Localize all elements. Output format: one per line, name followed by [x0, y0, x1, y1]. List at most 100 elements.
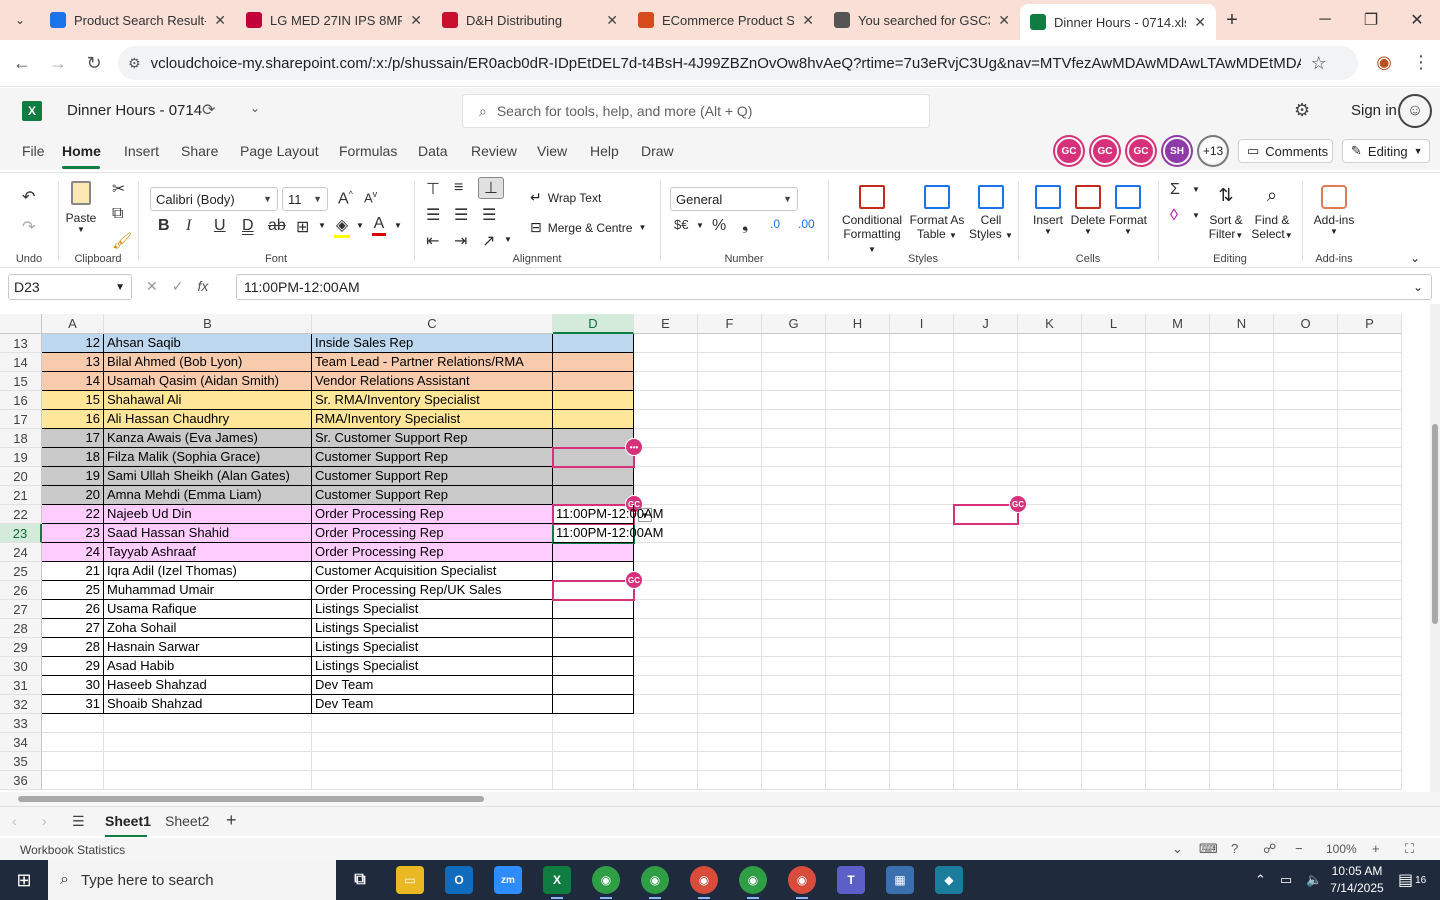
cell-empty[interactable] — [1338, 619, 1402, 638]
cell-empty[interactable] — [762, 448, 826, 467]
cell-c32[interactable]: Dev Team — [312, 695, 553, 714]
address-url[interactable]: vcloudchoice-my.sharepoint.com/:x:/p/shu… — [151, 55, 1301, 72]
cell-empty[interactable] — [826, 410, 890, 429]
cell-d16[interactable] — [553, 391, 634, 410]
column-header-j[interactable]: J — [954, 314, 1018, 334]
cell-empty[interactable] — [890, 733, 954, 752]
column-header-n[interactable]: N — [1210, 314, 1274, 334]
cell-empty[interactable] — [1274, 714, 1338, 733]
cell-empty[interactable] — [1082, 695, 1146, 714]
cell-empty[interactable] — [1146, 524, 1210, 543]
row-header[interactable]: 13 — [0, 334, 42, 353]
cell-a29[interactable]: 28 — [42, 638, 104, 657]
cell-empty[interactable] — [698, 638, 762, 657]
cell-empty[interactable] — [698, 334, 762, 353]
cell-a14[interactable]: 13 — [42, 353, 104, 372]
cell-d36[interactable] — [553, 771, 634, 790]
cell-empty[interactable] — [1146, 505, 1210, 524]
cell-b31[interactable]: Haseeb Shahzad — [104, 676, 312, 695]
align-left-icon[interactable]: ☰ — [426, 205, 440, 225]
cell-empty[interactable] — [698, 676, 762, 695]
cell-b14[interactable]: Bilal Ahmed (Bob Lyon) — [104, 353, 312, 372]
cell-empty[interactable] — [762, 372, 826, 391]
vertical-scrollbar[interactable] — [1430, 304, 1440, 792]
number-format-dropdown[interactable]: General ▼ — [670, 187, 798, 211]
cell-c21[interactable]: Customer Support Rep — [312, 486, 553, 505]
cell-d35[interactable] — [553, 752, 634, 771]
cell-empty[interactable] — [1338, 467, 1402, 486]
cell-a20[interactable]: 19 — [42, 467, 104, 486]
cell-empty[interactable] — [954, 524, 1018, 543]
cell-empty[interactable] — [1082, 543, 1146, 562]
cell-empty[interactable] — [826, 353, 890, 372]
tab-home[interactable]: Home — [62, 143, 101, 159]
align-middle-icon[interactable]: ≡ — [454, 179, 463, 197]
cell-empty[interactable] — [1274, 524, 1338, 543]
cell-empty[interactable] — [1018, 619, 1082, 638]
cell-empty[interactable] — [698, 581, 762, 600]
align-center-icon[interactable]: ☰ — [454, 205, 468, 225]
percent-icon[interactable]: % — [712, 217, 726, 235]
increase-indent-icon[interactable]: ⇥ — [454, 231, 467, 251]
cell-empty[interactable] — [890, 524, 954, 543]
cell-empty[interactable] — [890, 619, 954, 638]
cell-empty[interactable] — [634, 410, 698, 429]
cell-empty[interactable] — [634, 448, 698, 467]
cell-empty[interactable] — [1018, 467, 1082, 486]
decrease-indent-icon[interactable]: ⇤ — [426, 231, 439, 251]
cell-empty[interactable] — [1082, 391, 1146, 410]
address-bar[interactable]: ⚙ vcloudchoice-my.sharepoint.com/:x:/p/s… — [118, 46, 1358, 80]
cell-empty[interactable] — [1338, 486, 1402, 505]
cell-empty[interactable] — [1274, 391, 1338, 410]
cell-empty[interactable] — [1338, 733, 1402, 752]
tab-formulas[interactable]: Formulas — [339, 143, 397, 159]
cell-empty[interactable] — [954, 695, 1018, 714]
cell-empty[interactable] — [634, 752, 698, 771]
zoom-in-icon[interactable]: + — [1372, 841, 1380, 856]
row-header[interactable]: 31 — [0, 676, 42, 695]
clear-icon[interactable]: ◊ — [1170, 207, 1178, 225]
cell-empty[interactable] — [762, 505, 826, 524]
cell-empty[interactable] — [1274, 410, 1338, 429]
cell-empty[interactable] — [1018, 638, 1082, 657]
cell-b23[interactable]: Saad Hassan Shahid — [104, 524, 312, 543]
cell-b28[interactable]: Zoha Sohail — [104, 619, 312, 638]
cell-empty[interactable] — [826, 619, 890, 638]
horizontal-scrollbar[interactable] — [0, 792, 1440, 806]
cell-b18[interactable]: Kanza Awais (Eva James) — [104, 429, 312, 448]
cell-empty[interactable] — [1018, 448, 1082, 467]
fullscreen-icon[interactable]: ⛶ — [1405, 841, 1414, 857]
cell-empty[interactable] — [954, 600, 1018, 619]
underline-icon[interactable]: U — [214, 217, 226, 235]
cell-empty[interactable] — [1210, 695, 1274, 714]
cell-c31[interactable]: Dev Team — [312, 676, 553, 695]
cell-a22[interactable]: 22 — [42, 505, 104, 524]
cell-empty[interactable] — [1018, 391, 1082, 410]
cell-empty[interactable] — [634, 486, 698, 505]
cell-empty[interactable] — [1338, 505, 1402, 524]
cell-empty[interactable] — [1082, 353, 1146, 372]
cell-empty[interactable] — [890, 714, 954, 733]
cell-empty[interactable] — [1338, 752, 1402, 771]
bold-icon[interactable]: B — [158, 217, 170, 235]
windows-start-icon[interactable]: ⊞ — [0, 860, 48, 900]
cell-empty[interactable] — [762, 714, 826, 733]
cell-empty[interactable] — [634, 600, 698, 619]
cell-c14[interactable]: Team Lead - Partner Relations/RMA — [312, 353, 553, 372]
cell-empty[interactable] — [1210, 771, 1274, 790]
cell-c15[interactable]: Vendor Relations Assistant — [312, 372, 553, 391]
workbook-statistics[interactable]: Workbook Statistics — [20, 843, 125, 857]
cell-a27[interactable]: 26 — [42, 600, 104, 619]
cell-empty[interactable] — [762, 524, 826, 543]
cell-empty[interactable] — [1210, 448, 1274, 467]
row-header[interactable]: 34 — [0, 733, 42, 752]
cell-empty[interactable] — [890, 353, 954, 372]
collaborator-tag[interactable]: GC — [1009, 495, 1027, 513]
cell-empty[interactable] — [1018, 714, 1082, 733]
cell-empty[interactable] — [890, 391, 954, 410]
cell-empty[interactable] — [1274, 600, 1338, 619]
status-chevron-icon[interactable]: ⌄ — [1172, 841, 1183, 857]
cell-empty[interactable] — [1338, 543, 1402, 562]
row-header[interactable]: 18 — [0, 429, 42, 448]
cell-empty[interactable] — [698, 695, 762, 714]
